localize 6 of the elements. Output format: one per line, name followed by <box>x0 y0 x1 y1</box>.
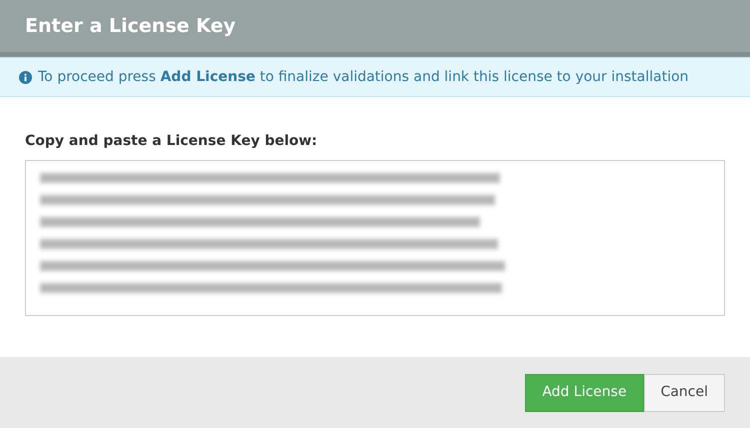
field-label: Copy and paste a License Key below: <box>25 132 318 151</box>
license-key-field[interactable] <box>25 160 725 316</box>
cancel-button[interactable]: Cancel <box>644 374 725 412</box>
info-icon <box>19 70 32 84</box>
info-message: To proceed press Add License to finalize validations and link this license to your installation <box>38 68 689 86</box>
dialog-title: Enter a License Key <box>25 14 236 39</box>
